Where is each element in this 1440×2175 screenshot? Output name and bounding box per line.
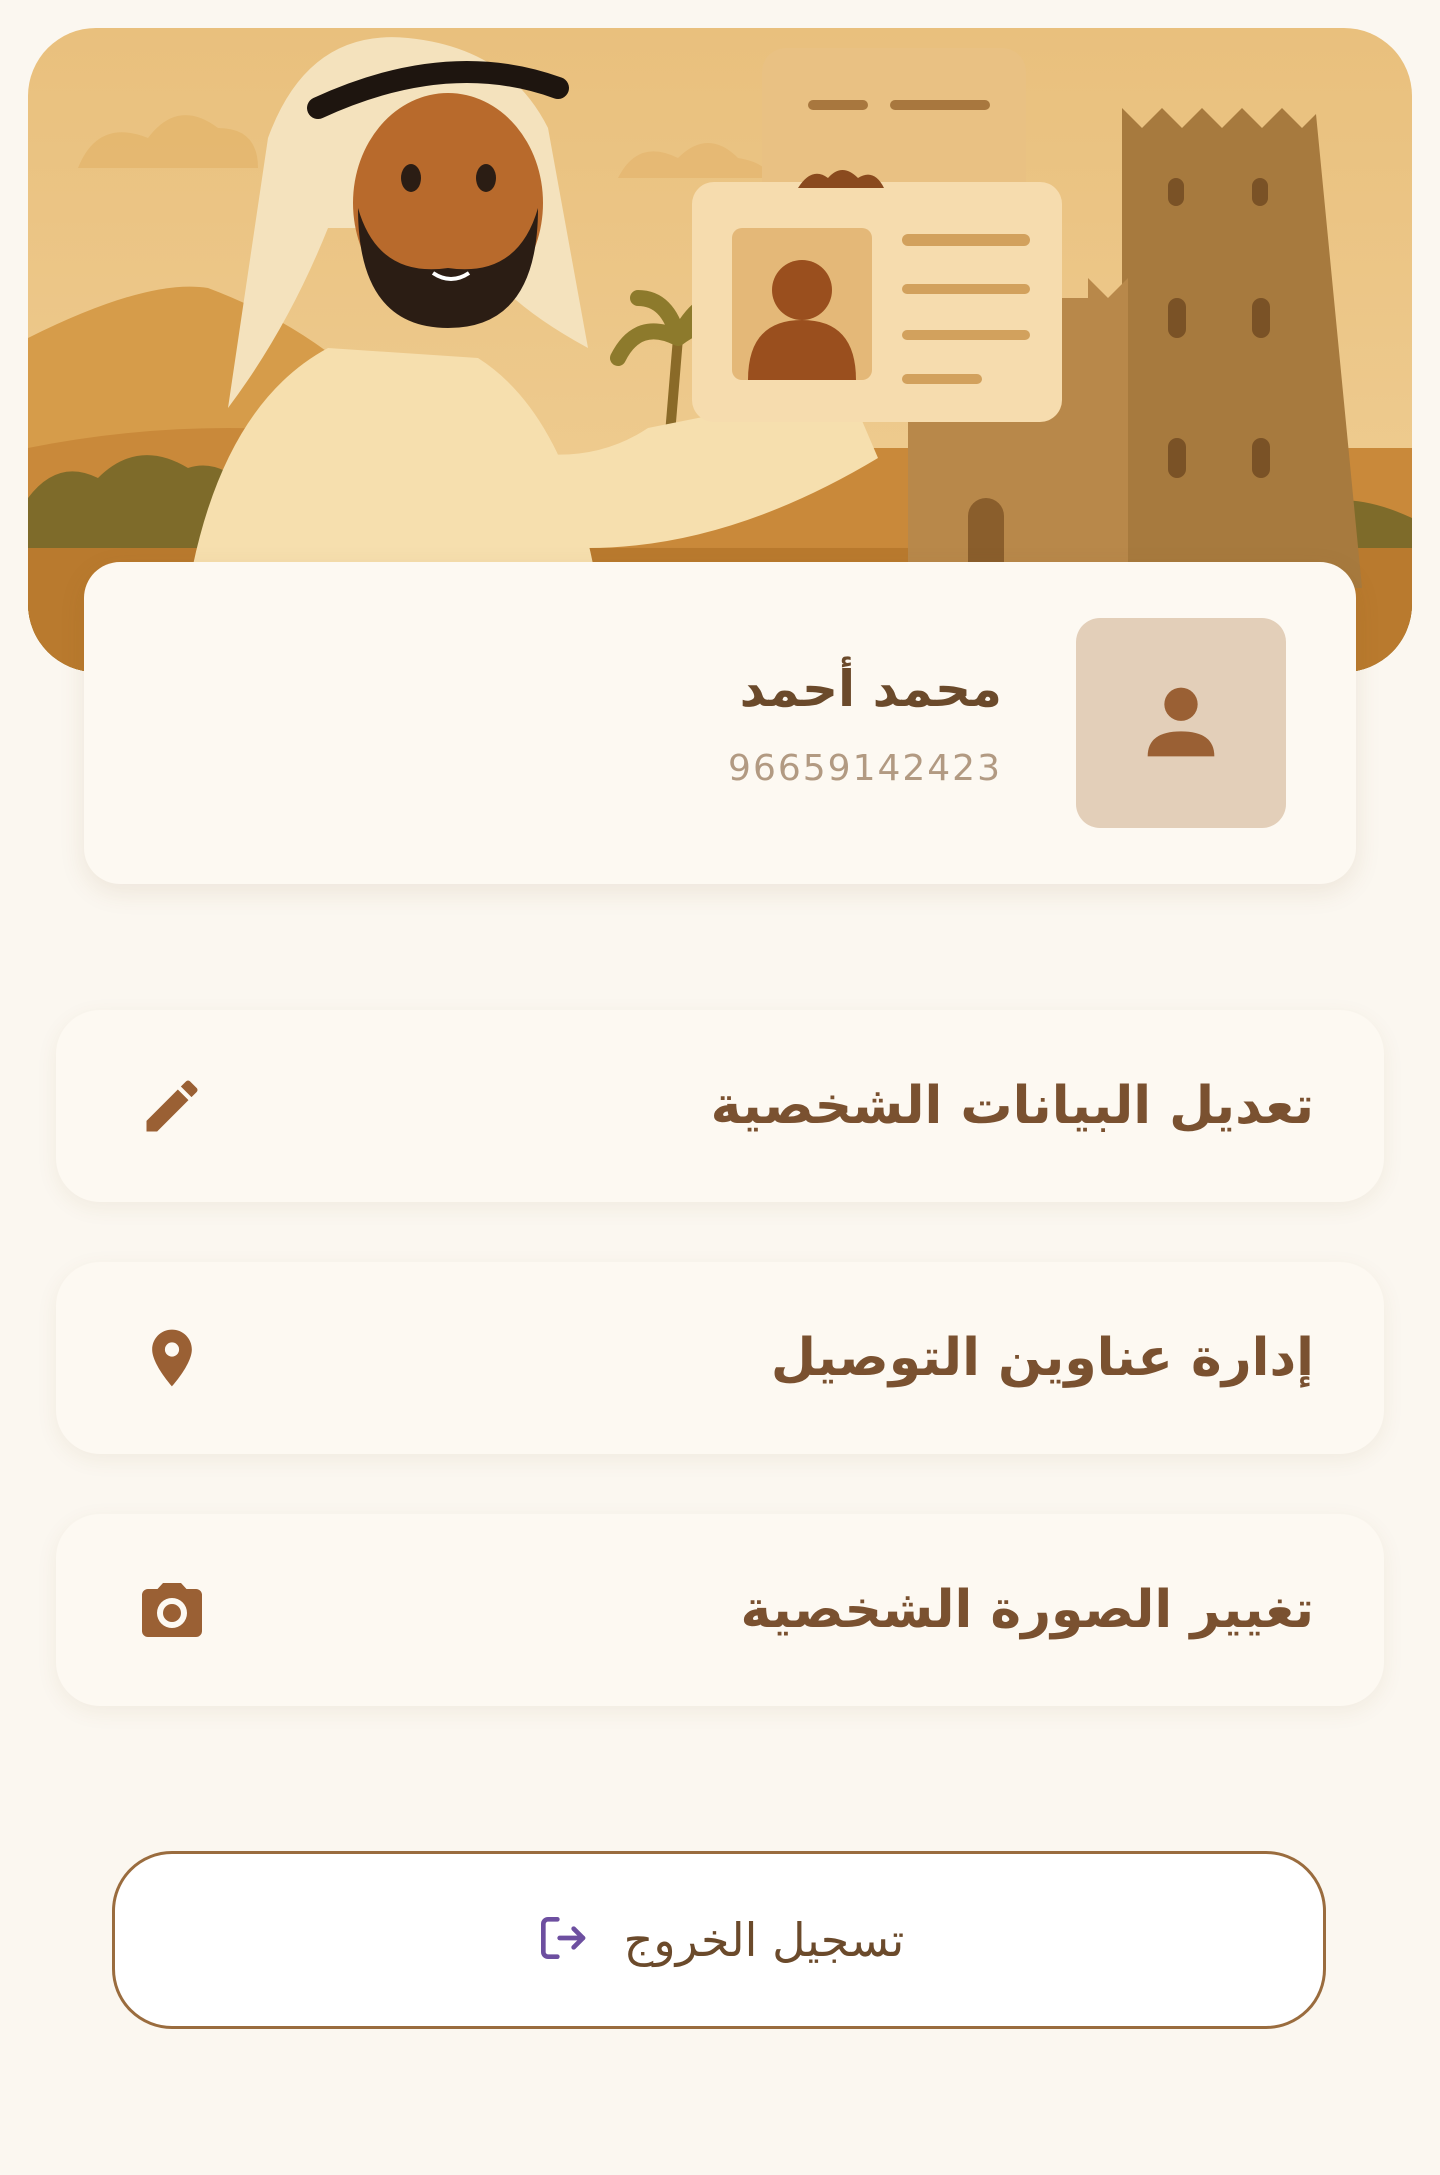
user-icon (1147, 687, 1215, 757)
camera-icon (128, 1566, 216, 1654)
pencil-icon (128, 1062, 216, 1150)
logout-icon (534, 1910, 590, 1970)
menu-item-change-photo[interactable]: تغيير الصورة الشخصية (56, 1514, 1384, 1706)
user-name: محمد أحمد (739, 660, 1002, 718)
menu-item-edit-profile[interactable]: تعديل البيانات الشخصية (56, 1010, 1384, 1202)
menu-item-label: تعديل البيانات الشخصية (710, 1076, 1314, 1136)
menu-item-manage-addresses[interactable]: إدارة عناوين التوصيل (56, 1262, 1384, 1454)
menu-item-label: إدارة عناوين التوصيل (770, 1328, 1314, 1388)
menu-item-label: تغيير الصورة الشخصية (740, 1580, 1314, 1640)
user-phone: 96659142423 (728, 748, 1002, 789)
profile-card: محمد أحمد 96659142423 (84, 562, 1356, 884)
avatar[interactable] (1076, 618, 1286, 828)
logout-label: تسجيل الخروج (623, 1913, 905, 1967)
location-pin-icon (128, 1314, 216, 1402)
logout-button[interactable]: تسجيل الخروج (112, 1851, 1326, 2029)
